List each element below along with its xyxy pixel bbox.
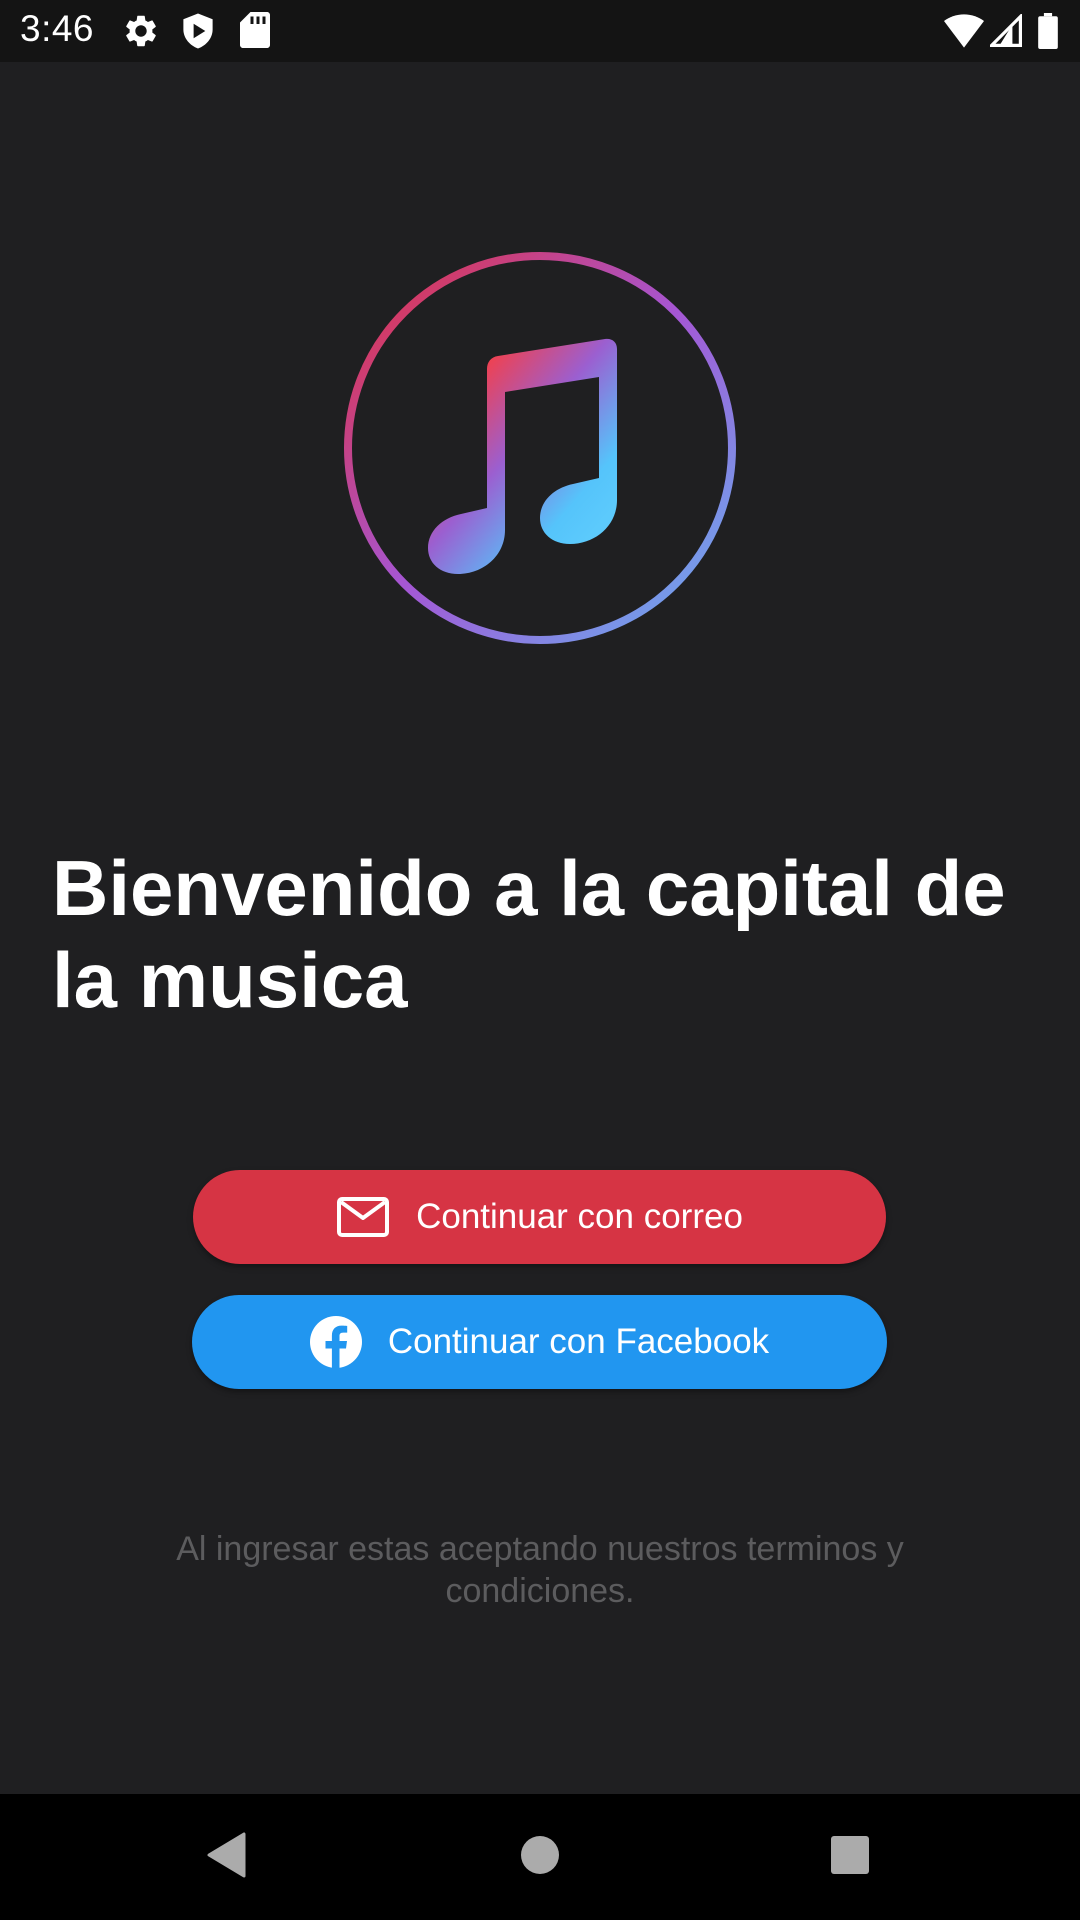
wifi-icon [944, 14, 984, 52]
music-note-icon [344, 252, 736, 644]
welcome-title: Bienvenido a la capital de la musica [52, 844, 1006, 1024]
app-logo [340, 248, 740, 648]
terms-text: Al ingresar estas aceptando nuestros ter… [176, 1530, 904, 1610]
sd-card-icon [240, 12, 270, 52]
signal-icon [987, 12, 1022, 52]
home-icon [520, 1835, 560, 1879]
navigation-bar [0, 1794, 1080, 1920]
recents-icon [830, 1835, 870, 1879]
home-button[interactable] [460, 1794, 620, 1920]
recents-button[interactable] [770, 1794, 930, 1920]
continue-with-email-label: Continuar con correo [416, 1197, 743, 1236]
shield-play-icon [180, 12, 216, 54]
battery-icon [1038, 13, 1058, 53]
back-button[interactable] [146, 1794, 306, 1920]
mail-icon [336, 1196, 390, 1238]
settings-icon [122, 12, 160, 54]
continue-with-facebook-label: Continuar con Facebook [387, 1322, 770, 1361]
status-time: 3:46 [20, 8, 95, 49]
status-bar: 3:46 [0, 0, 1080, 62]
back-icon [206, 1832, 246, 1882]
continue-with-facebook-button[interactable]: Continuar con Facebook [192, 1295, 887, 1389]
facebook-icon [309, 1316, 362, 1368]
continue-with-email-button[interactable]: Continuar con correo [193, 1170, 886, 1264]
